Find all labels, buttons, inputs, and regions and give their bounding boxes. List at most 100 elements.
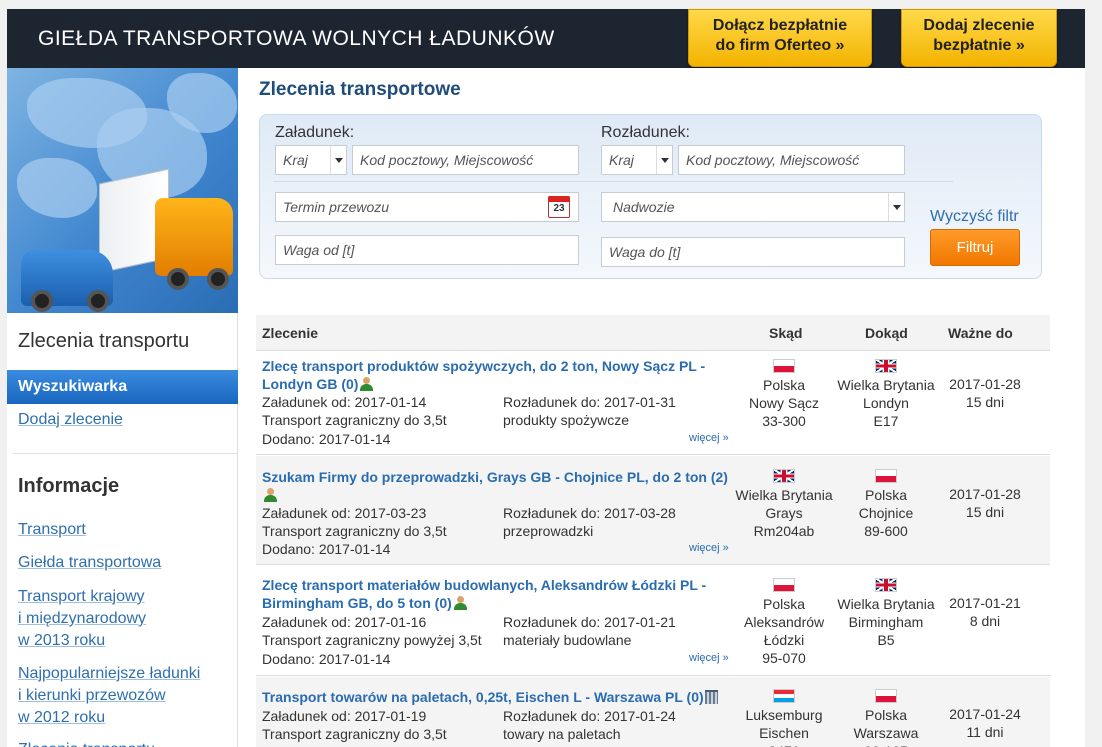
unload-postal-input[interactable]: Kod pocztowy, Miejscowość (678, 145, 905, 175)
country: Wielka Brytania (735, 487, 833, 503)
load-country-select[interactable]: Kraj (275, 145, 347, 175)
user-icon (359, 377, 374, 391)
sidebar-link-exchange[interactable]: Giełda transportowa (18, 552, 161, 574)
from-location: Wielka Brytania Grays Rm204ab (729, 469, 839, 540)
col-from: Skąd (769, 325, 803, 341)
valid-date: 2017-01-21 (949, 595, 1021, 611)
link-line: Zlecenia transportu (18, 739, 155, 747)
weight-from-input[interactable]: Waga od [t] (275, 235, 579, 265)
calendar-icon[interactable]: 23 (548, 196, 570, 218)
link-line: Transport (18, 521, 86, 538)
postal-code: 89-600 (864, 523, 908, 539)
flag-poland-icon (875, 469, 897, 483)
load-date: Załadunek od: 2017-01-14 (262, 394, 427, 410)
transport-type: Transport zagraniczny do 3,5t (262, 726, 447, 742)
postal-code: E17 (873, 413, 899, 429)
to-location: Wielka Brytania Londyn E17 (831, 359, 941, 430)
sidebar-link-orders[interactable]: Zlecenia transportu (18, 739, 155, 747)
postal-code: 00-105 (831, 742, 941, 747)
add-button-line1: Dodaj zlecenie (923, 17, 1035, 34)
link-line: i kierunki przewozów (18, 687, 166, 704)
table-row[interactable]: Szukam Firmy do przeprowadzki, Grays GB … (256, 456, 1050, 565)
placeholder: Termin przewozu (283, 199, 390, 215)
order-title-link[interactable]: Zlecę transport produktów spożywczych, d… (262, 357, 732, 393)
city: Birmingham (848, 614, 924, 630)
load-date: Załadunek od: 2017-01-16 (262, 614, 427, 630)
country: Polska (762, 596, 806, 612)
load-label: Załadunek: (275, 124, 355, 141)
unload-country-select[interactable]: Kraj (601, 145, 673, 175)
flag-poland-icon (875, 689, 897, 703)
sidebar: Zlecenia transportu Wyszukiwarka Dodaj z… (7, 68, 238, 747)
filter-button[interactable]: Filtruj (930, 229, 1020, 266)
postal-code: 33-300 (762, 413, 806, 429)
add-order-button[interactable]: Dodaj zlecenie bezpłatnie » (901, 9, 1057, 67)
city: Nowy Sącz (748, 395, 820, 411)
order-title-link[interactable]: Transport towarów na paletach, 0,25t, Ei… (262, 688, 732, 706)
site-header: GIEŁDA TRANSPORTOWA WOLNYCH ŁADUNKÓW Doł… (7, 9, 1085, 68)
country: Polska (864, 707, 908, 723)
col-order: Zlecenie (262, 325, 319, 341)
order-title-link[interactable]: Szukam Firmy do przeprowadzki, Grays GB … (262, 468, 732, 504)
link-line: Najpopularniejsze ładunki (18, 665, 201, 682)
chevron-down-icon (656, 146, 672, 174)
postal-code: 95-070 (762, 650, 806, 666)
valid-until: 2017-01-28 15 dni (940, 485, 1030, 521)
unload-date: Rozładunek do: 2017-03-28 (503, 505, 676, 521)
from-location: Polska Nowy Sącz 33-300 (729, 359, 839, 430)
site-title: GIEŁDA TRANSPORTOWA WOLNYCH ŁADUNKÓW (38, 27, 555, 50)
cargo-type: materiały budowlane (503, 632, 632, 648)
postal-code: 8476 (729, 742, 839, 747)
hero-image-trucks (7, 68, 238, 313)
load-postal-input[interactable]: Kod pocztowy, Miejscowość (352, 145, 579, 175)
valid-days: 11 dni (966, 724, 1004, 740)
more-link[interactable]: więcej » (689, 432, 729, 444)
order-title: Zlecę transport produktów spożywczych, d… (262, 358, 706, 392)
table-row[interactable]: Zlecę transport materiałów budowlanych, … (256, 566, 1050, 676)
valid-date: 2017-01-28 (949, 376, 1021, 392)
transport-type: Transport zagraniczny powyżej 3,5t (262, 632, 482, 648)
cargo-type: towary na paletach (503, 726, 621, 742)
order-title-link[interactable]: Zlecę transport materiałów budowlanych, … (262, 576, 732, 612)
postal-code: B5 (877, 632, 895, 648)
link-line: Transport krajowy (18, 588, 145, 605)
flag-uk-icon (875, 359, 897, 373)
sidebar-link-transport[interactable]: Transport (18, 519, 86, 541)
city: Grays (765, 505, 803, 521)
placeholder: Nadwozie (613, 199, 675, 215)
weight-to-input[interactable]: Waga do [t] (601, 237, 905, 267)
more-link[interactable]: więcej » (689, 652, 729, 664)
valid-days: 8 dni (969, 613, 1001, 629)
join-companies-button[interactable]: Dołącz bezpłatnie do firm Oferteo » (688, 9, 872, 67)
sidebar-item-search[interactable]: Wyszukiwarka (7, 370, 238, 404)
order-title: Szukam Firmy do przeprowadzki, Grays GB … (262, 469, 728, 485)
table-row[interactable]: Zlecę transport produktów spożywczych, d… (256, 351, 1050, 455)
from-location: Luksemburg Eischen 8476 (729, 689, 839, 747)
sidebar-link-domestic-international[interactable]: Transport krajowy i międzynarodowy w 201… (18, 586, 146, 652)
flag-luxembourg-icon (773, 689, 795, 703)
city: Londyn (863, 395, 909, 411)
sidebar-link-popular-cargo[interactable]: Najpopularniejsze ładunki i kierunki prz… (18, 663, 200, 729)
more-link[interactable]: więcej » (689, 542, 729, 554)
country: Luksemburg (745, 707, 823, 723)
added-date: Dodano: 2017-01-14 (262, 651, 391, 667)
chevron-down-icon (888, 193, 904, 221)
building-icon (704, 690, 718, 704)
body-type-select[interactable]: Nadwozie (601, 192, 905, 222)
filter-divider (273, 181, 953, 182)
placeholder: Kraj (609, 152, 634, 168)
to-location: Wielka Brytania Birmingham B5 (831, 578, 941, 649)
page-title: Zlecenia transportowe (259, 79, 461, 100)
sidebar-item-add-order[interactable]: Dodaj zlecenie (18, 411, 123, 429)
valid-until: 2017-01-21 8 dni (940, 594, 1030, 630)
country: Polska (864, 487, 908, 503)
postal-code: Rm204ab (753, 523, 815, 539)
date-input[interactable]: Termin przewozu 23 (275, 192, 579, 222)
valid-until: 2017-01-24 11 dni (940, 705, 1030, 741)
order-title: Transport towarów na paletach, 0,25t, Ei… (262, 689, 704, 705)
flag-poland-icon (773, 578, 795, 592)
table-row[interactable]: Transport towarów na paletach, 0,25t, Ei… (256, 677, 1050, 747)
link-line: i międzynarodowy (18, 610, 147, 627)
clear-filter-link[interactable]: Wyczyść filtr (930, 208, 1019, 226)
placeholder: Kraj (283, 152, 308, 168)
